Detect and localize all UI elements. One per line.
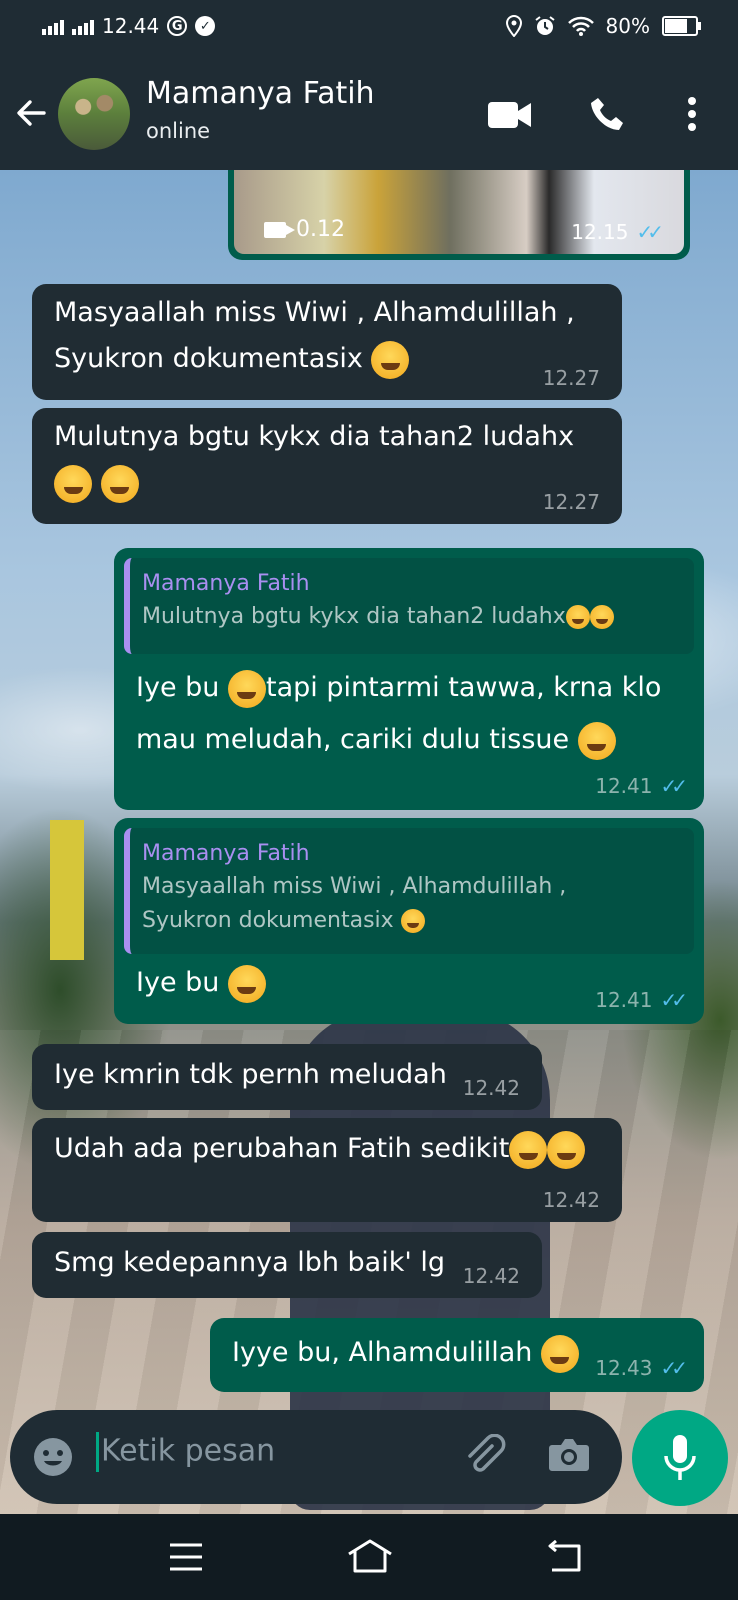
read-ticks-icon: ✓✓: [660, 1356, 687, 1380]
video-duration-text: 0.12: [296, 217, 345, 242]
quoted-message[interactable]: Mamanya Fatih Mulutnya bgtu kykx dia tah…: [124, 558, 694, 654]
wifi-icon: [567, 16, 594, 36]
home-icon[interactable]: [346, 1538, 394, 1578]
tears-of-joy-emoji: [577, 721, 616, 760]
battery-fill: [665, 19, 687, 33]
smiling-face-emoji: [540, 1334, 579, 1373]
grinning-sweat-emoji: [509, 1130, 548, 1169]
message-outgoing-reply[interactable]: Mamanya Fatih Masyaallah miss Wiwi , Alh…: [114, 818, 704, 1024]
read-ticks-icon: ✓✓: [636, 220, 663, 244]
folded-hands-emoji: [371, 340, 410, 379]
message-time: 12.27: [542, 366, 600, 390]
location-icon: [505, 15, 522, 37]
message-text: Masyaallah miss Wiwi , Alhamdulillah , S…: [54, 290, 600, 382]
video-message[interactable]: 0.12 12.15 ✓✓: [228, 170, 690, 260]
quoted-author: Mamanya Fatih: [142, 841, 310, 866]
google-icon: G: [167, 16, 188, 36]
quoted-text: Mulutnya bgtu kykx dia tahan2 ludahx: [142, 600, 682, 634]
read-ticks-icon: ✓✓: [660, 988, 687, 1012]
contact-name: Mamanya Fatih: [146, 76, 375, 111]
battery-percent: 80%: [605, 14, 650, 38]
camera-icon[interactable]: [548, 1436, 590, 1478]
smiling-face-with-hearts-emoji: [227, 964, 266, 1003]
more-options-icon[interactable]: [686, 96, 698, 136]
message-time: 12.42: [542, 1188, 600, 1212]
video-camera-icon: [264, 221, 295, 238]
check-circle-icon: ✓: [195, 16, 216, 36]
avatar[interactable]: [58, 78, 130, 150]
back-nav-icon[interactable]: [544, 1539, 582, 1578]
contact-status: online: [146, 119, 211, 143]
hand-over-mouth-emoji: [565, 605, 590, 629]
quoted-author: Mamanya Fatih: [142, 571, 310, 596]
message-outgoing[interactable]: Iyye bu, Alhamdulillah 12.43 ✓✓: [210, 1318, 704, 1392]
message-time: 12.42: [462, 1264, 520, 1288]
arrow-left-icon[interactable]: [14, 96, 48, 137]
recent-apps-icon[interactable]: [168, 1542, 204, 1576]
message-text: Iye kmrin tdk pernh meludah: [54, 1059, 447, 1090]
signal-icon-2: [72, 17, 94, 35]
text-caret: [96, 1432, 99, 1472]
read-ticks-icon: ✓✓: [660, 774, 687, 798]
hand-over-mouth-emoji: [54, 464, 92, 503]
status-time: 12.44: [102, 14, 160, 38]
folded-hands-emoji: [400, 909, 425, 933]
status-bar: 12.44 G ✓ 80%: [0, 0, 738, 60]
voice-record-button[interactable]: [632, 1410, 728, 1506]
message-time: 12.42: [462, 1076, 520, 1100]
phone-call-icon[interactable]: [590, 96, 626, 136]
emoji-icon[interactable]: [32, 1436, 74, 1482]
message-text: Smg kedepannya lbh baik' lg: [54, 1247, 446, 1278]
message-time: 12.41 ✓✓: [595, 988, 688, 1012]
video-duration: 0.12: [264, 217, 345, 242]
message-text: Udah ada perubahan Fatih sedikit: [54, 1126, 600, 1172]
message-time: 12.27: [542, 490, 600, 514]
message-text: Mulutnya bgtu kykx dia tahan2 ludahx: [54, 414, 600, 506]
wallpaper-building: [50, 820, 84, 960]
message-text: Iye bu: [136, 960, 266, 1006]
message-time: 12.15 ✓✓: [571, 220, 664, 244]
signal-icon: [42, 17, 64, 35]
contact-info[interactable]: Mamanya Fatih online: [146, 76, 375, 143]
message-incoming[interactable]: Udah ada perubahan Fatih sedikit 12.42: [32, 1118, 622, 1222]
battery-icon: [662, 16, 701, 36]
message-time: 12.41 ✓✓: [595, 774, 688, 798]
message-outgoing-reply[interactable]: Mamanya Fatih Mulutnya bgtu kykx dia tah…: [114, 548, 704, 810]
message-time: 12.43 ✓✓: [595, 1356, 688, 1380]
video-call-icon[interactable]: [488, 100, 532, 134]
hugging-face-emoji: [547, 1130, 586, 1169]
quoted-message[interactable]: Mamanya Fatih Masyaallah miss Wiwi , Alh…: [124, 828, 694, 954]
message-incoming[interactable]: Iye kmrin tdk pernh meludah 12.42: [32, 1044, 542, 1110]
message-text: Iye bu tapi pintarmi tawwa, krna klo mau…: [136, 662, 661, 766]
grinning-face-emoji: [100, 464, 139, 503]
system-navigation-bar: [0, 1514, 738, 1600]
microphone-icon: [664, 1435, 696, 1480]
attachment-icon[interactable]: [462, 1433, 508, 1484]
message-incoming[interactable]: Masyaallah miss Wiwi , Alhamdulillah , S…: [32, 284, 622, 400]
message-composer[interactable]: Ketik pesan: [10, 1410, 622, 1504]
message-input[interactable]: Ketik pesan: [96, 1432, 275, 1472]
message-incoming[interactable]: Mulutnya bgtu kykx dia tahan2 ludahx 12.…: [32, 408, 622, 524]
quoted-text: Masyaallah miss Wiwi , Alhamdulillah , S…: [142, 874, 567, 933]
grinning-face-emoji: [589, 605, 614, 629]
chat-header: Mamanya Fatih online: [0, 60, 738, 170]
alarm-icon: [534, 16, 555, 35]
video-thumbnail: 0.12 12.15 ✓✓: [234, 170, 684, 254]
message-incoming[interactable]: Smg kedepannya lbh baik' lg 12.42: [32, 1232, 542, 1298]
tears-of-joy-emoji: [227, 669, 266, 708]
